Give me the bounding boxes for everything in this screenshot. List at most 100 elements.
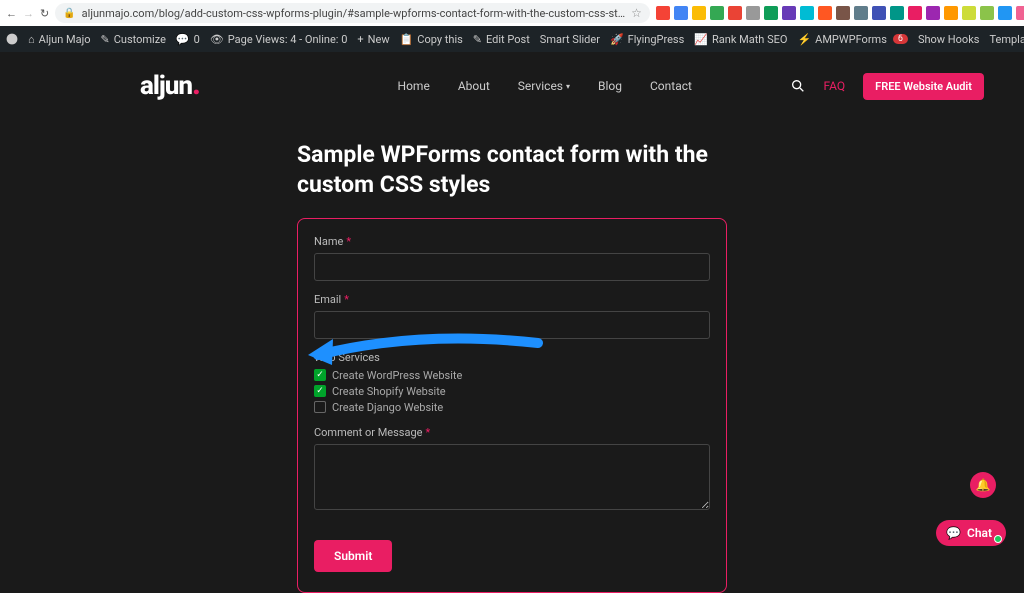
checkbox-option-shopify[interactable]: ✓ Create Shopify Website: [314, 385, 710, 398]
flyingpress-link[interactable]: 🚀FlyingPress: [610, 33, 684, 46]
customize-link[interactable]: ✎Customize: [101, 33, 166, 46]
page-title: Sample WPForms contact form with the cus…: [297, 140, 727, 200]
submit-button[interactable]: Submit: [314, 540, 392, 572]
new-link[interactable]: +New: [357, 33, 389, 46]
eye-icon: 👁: [210, 33, 224, 46]
url-text: aljunmajo.com/blog/add-custom-css-wpform…: [82, 7, 625, 20]
pencil-icon: ✎: [473, 33, 482, 46]
reload-button[interactable]: ↻: [40, 5, 49, 21]
ext-icon[interactable]: [1016, 6, 1024, 20]
ext-icon[interactable]: [674, 6, 688, 20]
faq-link[interactable]: FAQ: [824, 79, 846, 93]
forward-button[interactable]: →: [23, 5, 34, 21]
show-hooks-link[interactable]: Show Hooks: [918, 33, 980, 46]
page-views-link[interactable]: 👁Page Views: 4 - Online: 0: [210, 33, 348, 46]
site-name-link[interactable]: ⌂Aljun Majo: [28, 33, 91, 46]
ext-icon[interactable]: [890, 6, 904, 20]
copy-icon: 📋: [400, 33, 414, 46]
ext-icon[interactable]: [980, 6, 994, 20]
header-actions: FAQ FREE Website Audit: [790, 73, 984, 100]
star-icon[interactable]: ☆: [631, 6, 642, 20]
home-icon: ⌂: [28, 33, 35, 46]
required-asterisk: *: [346, 235, 351, 248]
edit-post-link[interactable]: ✎Edit Post: [473, 33, 530, 46]
ext-icon[interactable]: [962, 6, 976, 20]
nav-services[interactable]: Services▾: [518, 79, 570, 93]
ext-icon[interactable]: [692, 6, 706, 20]
ext-icon[interactable]: [656, 6, 670, 20]
name-label: Name*: [314, 235, 710, 248]
comment-label: Comment or Message*: [314, 426, 710, 439]
site-header: aljun. Home About Services▾ Blog Contact…: [0, 52, 1024, 120]
email-input[interactable]: [314, 311, 710, 339]
online-status-dot: [994, 535, 1002, 543]
checkbox-icon: [314, 401, 326, 413]
nav-contact[interactable]: Contact: [650, 79, 692, 93]
browser-toolbar: ← → ↻ 🔒 aljunmajo.com/blog/add-custom-cs…: [0, 0, 1024, 26]
wp-logo-icon[interactable]: [6, 33, 18, 45]
ext-icon[interactable]: [998, 6, 1012, 20]
search-icon[interactable]: [790, 78, 806, 94]
web-services-label: Web Services: [314, 351, 710, 364]
wpforms-link[interactable]: WPForms6: [839, 33, 908, 46]
checkbox-label: Create WordPress Website: [332, 369, 462, 382]
required-asterisk: *: [425, 426, 430, 439]
rocket-icon: 🚀: [610, 33, 624, 46]
checkbox-option-wordpress[interactable]: ✓ Create WordPress Website: [314, 369, 710, 382]
ext-icon[interactable]: [800, 6, 814, 20]
ext-icon[interactable]: [908, 6, 922, 20]
ext-icon[interactable]: [764, 6, 778, 20]
email-label: Email*: [314, 293, 710, 306]
nav-blog[interactable]: Blog: [598, 79, 622, 93]
rankmath-link[interactable]: 📈Rank Math SEO: [694, 33, 787, 46]
checkbox-label: Create Shopify Website: [332, 385, 446, 398]
checkbox-icon: ✓: [314, 385, 326, 397]
checkbox-option-django[interactable]: Create Django Website: [314, 401, 710, 414]
brush-icon: ✎: [101, 33, 110, 46]
wp-admin-bar: ⌂Aljun Majo ✎Customize 💬0 👁Page Views: 4…: [0, 26, 1024, 52]
chevron-down-icon: ▾: [566, 82, 570, 91]
extensions-strip: [656, 6, 1024, 20]
copy-this-link[interactable]: 📋Copy this: [400, 33, 463, 46]
logo-dot-icon: .: [192, 67, 200, 102]
main-content: Sample WPForms contact form with the cus…: [0, 120, 1024, 593]
contact-form: Name* Email* Web Services ✓ Create WordP…: [297, 218, 727, 593]
address-bar[interactable]: 🔒 aljunmajo.com/blog/add-custom-css-wpfo…: [55, 3, 650, 23]
amp-link[interactable]: ⚡AMP: [797, 33, 838, 46]
ext-icon[interactable]: [782, 6, 796, 20]
main-nav: Home About Services▾ Blog Contact: [398, 79, 692, 93]
name-input[interactable]: [314, 253, 710, 281]
chat-label: Chat: [967, 526, 992, 540]
required-asterisk: *: [344, 293, 349, 306]
ext-icon[interactable]: [836, 6, 850, 20]
comment-textarea[interactable]: [314, 444, 710, 510]
comment-icon: 💬: [176, 33, 190, 46]
bolt-icon: ⚡: [797, 33, 811, 46]
plus-icon: +: [357, 33, 363, 46]
chat-fab[interactable]: 💬 Chat: [936, 520, 1006, 546]
template-indicator: Template: single.php: [989, 33, 1024, 46]
smart-slider-link[interactable]: Smart Slider: [540, 33, 600, 46]
chat-icon: 💬: [946, 526, 961, 540]
back-button[interactable]: ←: [6, 5, 17, 21]
ext-icon[interactable]: [944, 6, 958, 20]
comments-link[interactable]: 💬0: [176, 33, 200, 46]
free-audit-button[interactable]: FREE Website Audit: [863, 73, 984, 100]
nav-about[interactable]: About: [458, 79, 490, 93]
ext-icon[interactable]: [872, 6, 886, 20]
bell-icon: 🔔: [976, 478, 991, 492]
checkbox-icon: ✓: [314, 369, 326, 381]
ext-icon[interactable]: [746, 6, 760, 20]
site-logo[interactable]: aljun.: [140, 71, 200, 101]
ext-icon[interactable]: [818, 6, 832, 20]
ext-icon[interactable]: [854, 6, 868, 20]
chart-icon: 📈: [694, 33, 708, 46]
lock-icon: 🔒: [63, 8, 75, 19]
checkbox-label: Create Django Website: [332, 401, 443, 414]
wpforms-badge: 6: [893, 34, 908, 44]
nav-home[interactable]: Home: [398, 79, 430, 93]
ext-icon[interactable]: [728, 6, 742, 20]
ext-icon[interactable]: [710, 6, 724, 20]
ext-icon[interactable]: [926, 6, 940, 20]
notifications-fab[interactable]: 🔔: [970, 472, 996, 498]
